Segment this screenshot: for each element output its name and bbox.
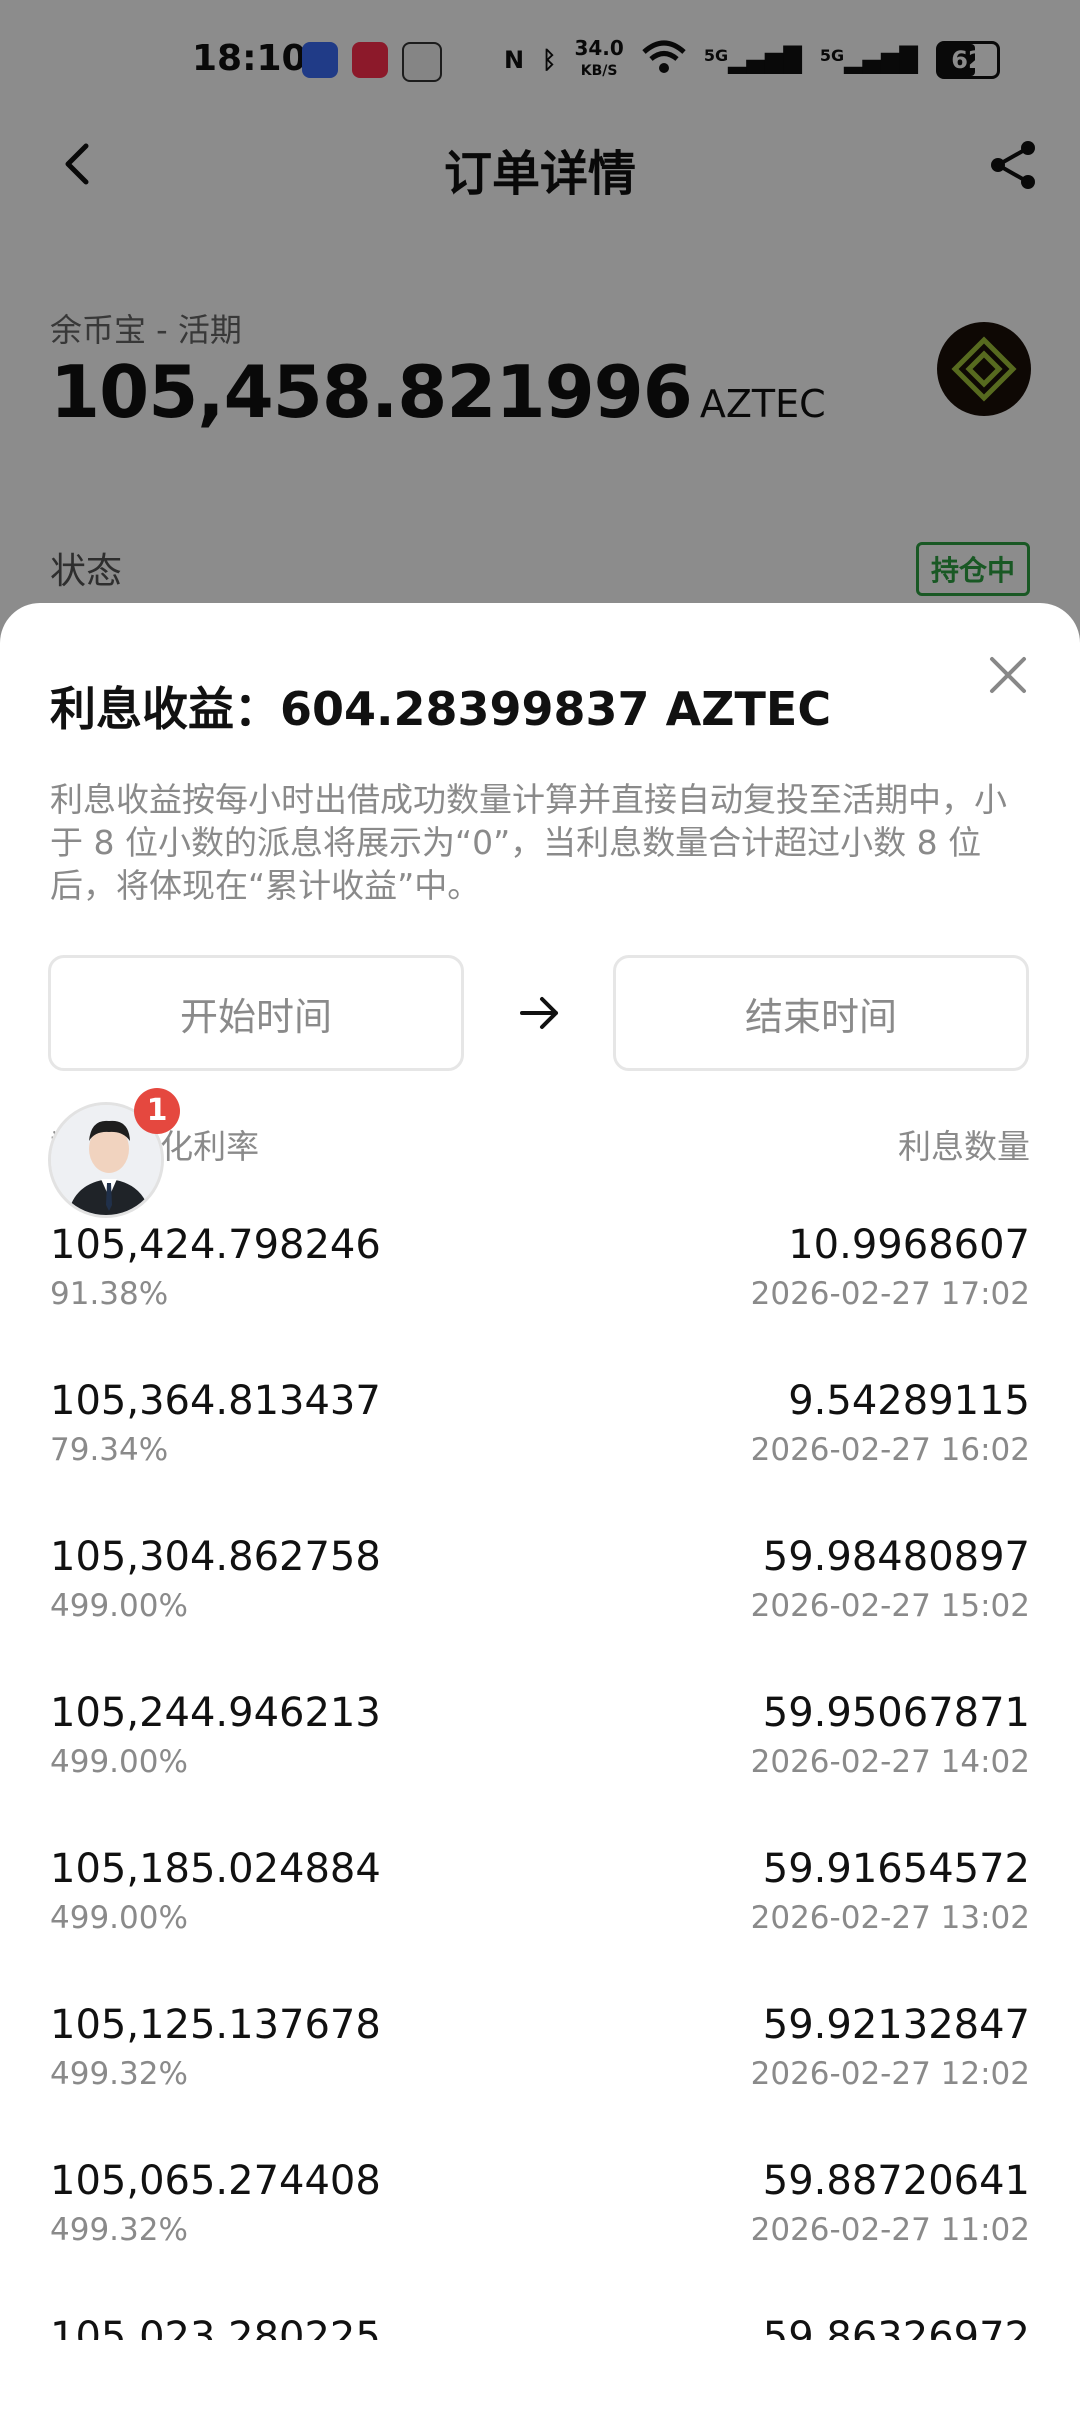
end-time-field[interactable]: 结束时间 <box>613 955 1029 1071</box>
row-amount: 105,065.274408 <box>50 2158 381 2204</box>
row-time: 2026-02-27 16:02 <box>750 1432 1030 1468</box>
row-amount: 105,185.024884 <box>50 1846 381 1892</box>
row-rate: 499.32% <box>50 2212 188 2248</box>
row-rate: 499.00% <box>50 1900 188 1936</box>
row-interest: 9.54289115 <box>788 1378 1030 1424</box>
row-time: 2026-02-27 15:02 <box>750 1588 1030 1624</box>
row-rate: 499.00% <box>50 1744 188 1780</box>
row-amount: 105,364.813437 <box>50 1378 381 1424</box>
table-row: 105,065.274408 499.32% 59.88720641 2026-… <box>0 2158 1080 2314</box>
row-amount: 105,125.137678 <box>50 2002 381 2048</box>
table-row: 105,244.946213 499.00% 59.95067871 2026-… <box>0 1690 1080 1846</box>
row-time: 2026-02-27 13:02 <box>750 1900 1030 1936</box>
arrow-right-icon <box>520 997 558 1029</box>
sheet-title: 利息收益：604.28399837 AZTEC <box>50 682 832 736</box>
start-time-field[interactable]: 开始时间 <box>48 955 464 1071</box>
row-amount: 105,304.862758 <box>50 1534 381 1580</box>
row-amount: 105,244.946213 <box>50 1690 381 1736</box>
table-row: 105,304.862758 499.00% 59.98480897 2026-… <box>0 1534 1080 1690</box>
row-interest: 10.9968607 <box>788 1222 1030 1268</box>
row-time: 2026-02-27 12:02 <box>750 2056 1030 2092</box>
table-row: 105,364.813437 79.34% 9.54289115 2026-02… <box>0 1378 1080 1534</box>
row-time: 2026-02-27 14:02 <box>750 1744 1030 1780</box>
row-rate: 499.00% <box>50 1588 188 1624</box>
row-rate: 499.32% <box>50 2056 188 2092</box>
row-interest: 59.98480897 <box>762 1534 1030 1580</box>
row-interest: 59.91654572 <box>762 1846 1030 1892</box>
row-rate: 91.38% <box>50 1276 169 1312</box>
interest-sheet: 利息收益：604.28399837 AZTEC 利息收益按每小时出借成功数量计算… <box>0 603 1080 2412</box>
sheet-description: 利息收益按每小时出借成功数量计算并直接自动复投至活期中，小于 8 位小数的派息将… <box>50 780 1007 905</box>
table-row: 105,424.798246 91.38% 10.9968607 2026-02… <box>0 1222 1080 1378</box>
row-interest: 59.95067871 <box>762 1690 1030 1736</box>
column-header-interest: 利息数量 <box>898 1127 1030 1166</box>
table-row: 105,125.137678 499.32% 59.92132847 2026-… <box>0 2002 1080 2158</box>
notification-badge: 1 <box>134 1088 180 1134</box>
list-bottom-mask <box>0 2340 1080 2412</box>
row-rate: 79.34% <box>50 1432 169 1468</box>
row-time: 2026-02-27 17:02 <box>750 1276 1030 1312</box>
row-time: 2026-02-27 11:02 <box>750 2212 1030 2248</box>
close-icon[interactable] <box>988 655 1028 695</box>
row-interest: 59.92132847 <box>762 2002 1030 2048</box>
table-row: 105,185.024884 499.00% 59.91654572 2026-… <box>0 1846 1080 2002</box>
row-interest: 59.88720641 <box>762 2158 1030 2204</box>
row-amount: 105,424.798246 <box>50 1222 381 1268</box>
